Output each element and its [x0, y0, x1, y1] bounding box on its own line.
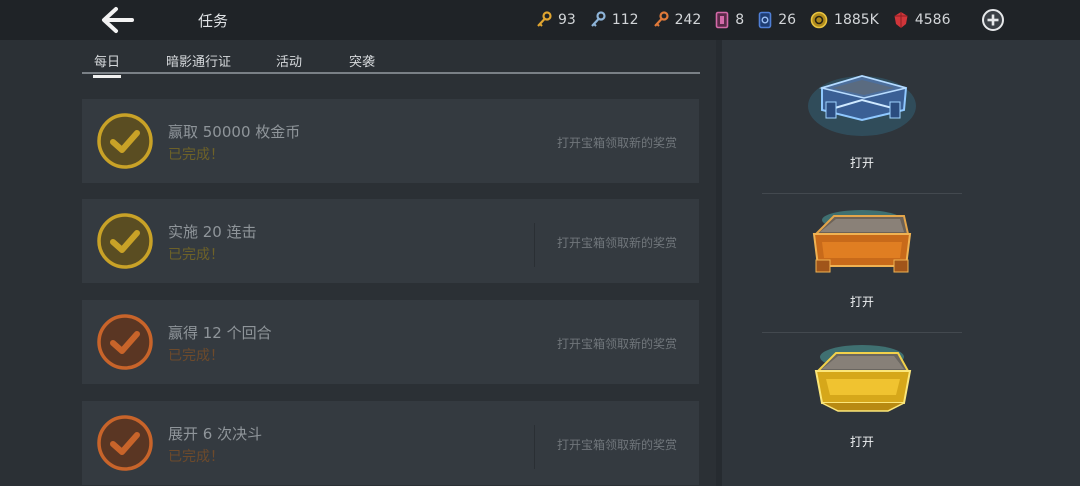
currency-value: 93 — [558, 12, 576, 28]
currency-value: 4586 — [914, 12, 951, 28]
currency-silver-keys[interactable]: 112 — [590, 11, 639, 29]
gold-key-icon — [537, 11, 552, 27]
quest-card[interactable]: 展开 6 次决斗 已完成！ 打开宝箱领取新的奖赏 — [82, 401, 699, 485]
silver-key-icon — [591, 11, 606, 27]
completed-badge — [96, 112, 154, 170]
currency-coins[interactable]: 1885K — [810, 11, 879, 29]
checkmark-badge-icon — [97, 113, 153, 169]
checkmark-badge-icon — [97, 415, 153, 471]
orange-chest-slot[interactable]: 打开 — [762, 198, 962, 336]
quest-title: 赢得 12 个回合 — [168, 324, 272, 342]
bronze-key-icon — [653, 11, 669, 27]
divider — [534, 223, 535, 267]
coin-icon — [810, 11, 828, 29]
blue-chest-slot[interactable]: 打开 — [762, 58, 962, 196]
tab-shadow-pass[interactable]: 暗影通行证 — [166, 51, 231, 70]
tab-raid[interactable]: 突袭 — [349, 51, 375, 70]
quest-status: 已完成！ — [168, 449, 224, 465]
quest-title: 展开 6 次决斗 — [168, 425, 263, 443]
quest-card[interactable]: 实施 20 连击 已完成！ 打开宝箱领取新的奖赏 — [82, 199, 699, 283]
page-title: 任务 — [198, 12, 229, 30]
gold-chest-slot[interactable]: 打开 — [762, 337, 962, 475]
gold-chest-icon — [814, 345, 912, 412]
currency-cards[interactable]: 26 — [758, 11, 796, 29]
top-bar: 任务 93 112 242 8 26 1885K 4586 — [0, 0, 1080, 40]
currency-value: 1885K — [834, 12, 879, 28]
panel-edge — [716, 40, 722, 486]
divider — [534, 425, 535, 469]
currency-value: 112 — [611, 12, 639, 28]
currency-tickets[interactable]: 8 — [715, 11, 744, 29]
quest-status: 已完成！ — [168, 348, 224, 364]
open-chest-label: 打开 — [849, 295, 874, 309]
blue-chest-icon — [808, 74, 916, 136]
quest-hint: 打开宝箱领取新的奖赏 — [556, 136, 677, 150]
tab-events[interactable]: 活动 — [276, 51, 302, 70]
currency-value: 8 — [735, 12, 745, 28]
gem-icon — [894, 12, 908, 28]
open-chest-label: 打开 — [849, 156, 874, 170]
currency-bar: 93 112 242 8 26 1885K 4586 — [536, 9, 965, 31]
quest-hint: 打开宝箱领取新的奖赏 — [556, 337, 677, 351]
currency-value: 242 — [674, 12, 702, 28]
completed-badge — [96, 212, 154, 270]
quest-hint: 打开宝箱领取新的奖赏 — [556, 438, 677, 452]
chest-panel: 打开 打开 打开 — [716, 40, 1080, 486]
checkmark-badge-icon — [97, 314, 153, 370]
ticket-icon — [715, 11, 729, 29]
orange-chest-icon — [812, 210, 912, 273]
back-button[interactable] — [96, 4, 140, 36]
currency-gems[interactable]: 4586 — [893, 11, 951, 29]
back-arrow-icon — [102, 7, 134, 33]
quest-title: 实施 20 连击 — [168, 223, 257, 241]
open-chest-label: 打开 — [849, 435, 874, 449]
completed-badge — [96, 313, 154, 371]
plus-circle-icon — [982, 9, 1004, 31]
completed-badge — [96, 414, 154, 472]
add-currency-button[interactable] — [981, 8, 1005, 32]
tab-daily[interactable]: 每日 — [92, 51, 122, 78]
checkmark-badge-icon — [97, 213, 153, 269]
quest-card[interactable]: 赢取 50000 枚金币 已完成！ 打开宝箱领取新的奖赏 — [82, 99, 699, 183]
currency-gold-keys[interactable]: 93 — [536, 11, 576, 29]
quest-hint: 打开宝箱领取新的奖赏 — [556, 236, 677, 250]
quest-card[interactable]: 赢得 12 个回合 已完成！ 打开宝箱领取新的奖赏 — [82, 300, 699, 384]
tab-bar: 每日 暗影通行证 活动 突袭 — [82, 40, 700, 78]
quest-title: 赢取 50000 枚金币 — [168, 123, 301, 141]
quest-status: 已完成！ — [168, 147, 224, 163]
currency-value: 26 — [778, 12, 797, 28]
quest-status: 已完成！ — [168, 247, 224, 263]
divider — [762, 332, 962, 333]
currency-bronze-keys[interactable]: 242 — [653, 11, 702, 29]
card-icon — [758, 11, 772, 29]
divider — [762, 193, 962, 194]
